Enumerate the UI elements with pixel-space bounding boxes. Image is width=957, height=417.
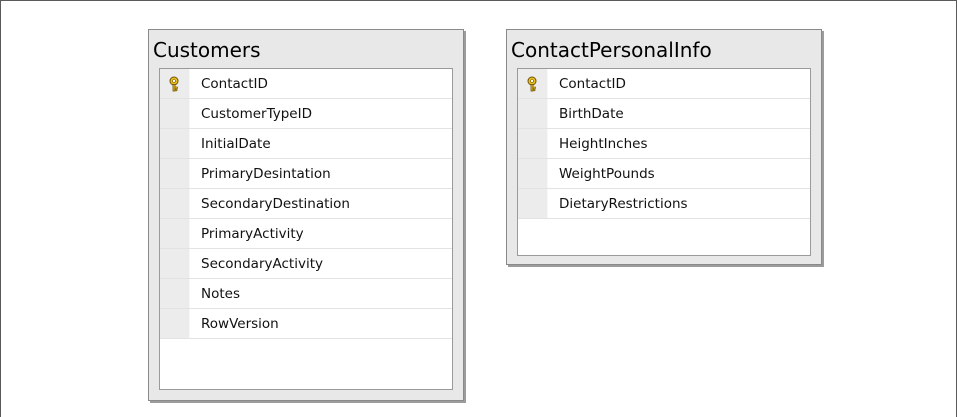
row-selector <box>160 219 190 248</box>
column-row[interactable]: SecondaryActivity <box>160 249 452 279</box>
row-selector <box>160 279 190 308</box>
column-row[interactable]: CustomerTypeID <box>160 99 452 129</box>
row-selector <box>518 189 548 218</box>
table-customers[interactable]: Customers ContactID CustomerTypeID Initi… <box>148 29 464 401</box>
column-name: PrimaryDesintation <box>201 166 331 182</box>
column-name: WeightPounds <box>559 166 655 182</box>
column-row[interactable]: RowVersion <box>160 309 452 339</box>
column-name: PrimaryActivity <box>201 226 304 242</box>
column-row[interactable]: Notes <box>160 279 452 309</box>
table-contactpersonalinfo[interactable]: ContactPersonalInfo ContactID BirthDate <box>506 29 822 265</box>
column-row[interactable]: WeightPounds <box>518 159 810 189</box>
column-list: ContactID BirthDate HeightInches WeightP… <box>517 68 811 256</box>
row-selector <box>160 99 190 128</box>
row-selector <box>518 159 548 188</box>
column-row[interactable]: DietaryRestrictions <box>518 189 810 219</box>
row-selector <box>518 99 548 128</box>
column-row[interactable]: ContactID <box>160 69 452 99</box>
column-name: CustomerTypeID <box>201 106 312 122</box>
row-selector <box>160 129 190 158</box>
column-name: DietaryRestrictions <box>559 196 688 212</box>
diagram-canvas: Customers ContactID CustomerTypeID Initi… <box>0 0 957 417</box>
row-selector <box>518 69 548 98</box>
row-selector <box>160 159 190 188</box>
column-list: ContactID CustomerTypeID InitialDate Pri… <box>159 68 453 390</box>
column-name: ContactID <box>559 76 626 92</box>
column-name: RowVersion <box>201 316 279 332</box>
column-row[interactable]: ContactID <box>518 69 810 99</box>
column-name: SecondaryDestination <box>201 196 350 212</box>
column-row[interactable]: HeightInches <box>518 129 810 159</box>
column-row[interactable]: PrimaryDesintation <box>160 159 452 189</box>
row-selector <box>160 69 190 98</box>
row-selector <box>160 249 190 278</box>
key-icon <box>169 76 179 92</box>
column-row[interactable]: SecondaryDestination <box>160 189 452 219</box>
key-icon <box>527 76 537 92</box>
row-selector <box>160 309 190 338</box>
column-name: BirthDate <box>559 106 624 122</box>
column-name: Notes <box>201 286 240 302</box>
column-row[interactable]: BirthDate <box>518 99 810 129</box>
table-title: Customers <box>153 38 261 62</box>
column-name: SecondaryActivity <box>201 256 323 272</box>
column-name: ContactID <box>201 76 268 92</box>
column-row[interactable]: InitialDate <box>160 129 452 159</box>
column-name: HeightInches <box>559 136 648 152</box>
row-selector <box>518 129 548 158</box>
row-selector <box>160 189 190 218</box>
column-name: InitialDate <box>201 136 271 152</box>
column-row[interactable]: PrimaryActivity <box>160 219 452 249</box>
table-title: ContactPersonalInfo <box>511 38 712 62</box>
